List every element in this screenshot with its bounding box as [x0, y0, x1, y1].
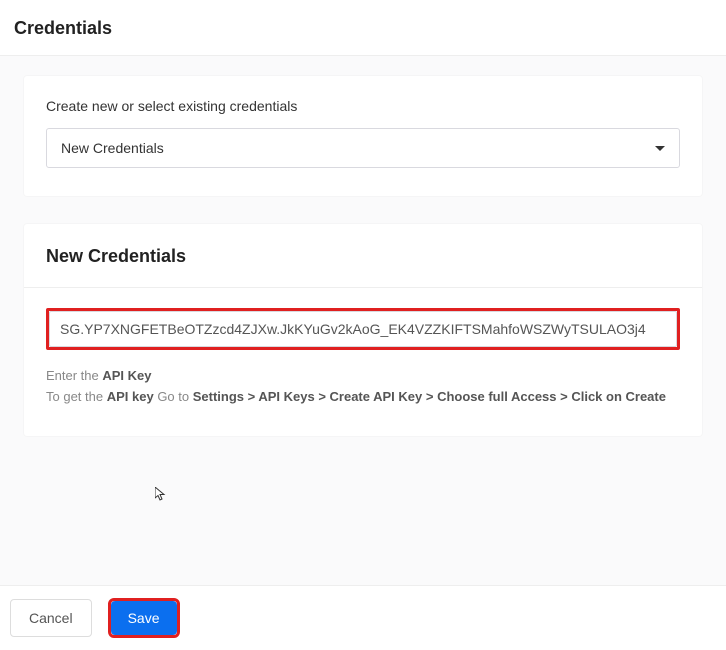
page-title: Credentials — [14, 18, 712, 39]
save-button-highlight: Save — [108, 598, 180, 638]
new-credentials-card: New Credentials Enter the API Key To get… — [24, 224, 702, 436]
page-header: Credentials — [0, 0, 726, 56]
footer-actions: Cancel Save — [0, 585, 726, 650]
content-area: Create new or select existing credential… — [0, 56, 726, 484]
new-credentials-title: New Credentials — [46, 246, 680, 267]
credentials-selector-card: Create new or select existing credential… — [24, 76, 702, 196]
help-text-2: To get the API key Go to Settings > API … — [46, 387, 680, 408]
api-key-highlight — [46, 308, 680, 350]
credentials-dropdown[interactable]: New Credentials — [46, 128, 680, 168]
help-text-1: Enter the API Key — [46, 366, 680, 387]
api-key-input[interactable] — [49, 311, 677, 347]
cursor-icon — [155, 487, 167, 504]
divider — [24, 287, 702, 288]
dropdown-selected-value: New Credentials — [61, 140, 164, 156]
save-button[interactable]: Save — [111, 601, 177, 635]
selector-label: Create new or select existing credential… — [46, 98, 680, 114]
chevron-down-icon — [655, 146, 665, 151]
cancel-button[interactable]: Cancel — [10, 599, 92, 637]
